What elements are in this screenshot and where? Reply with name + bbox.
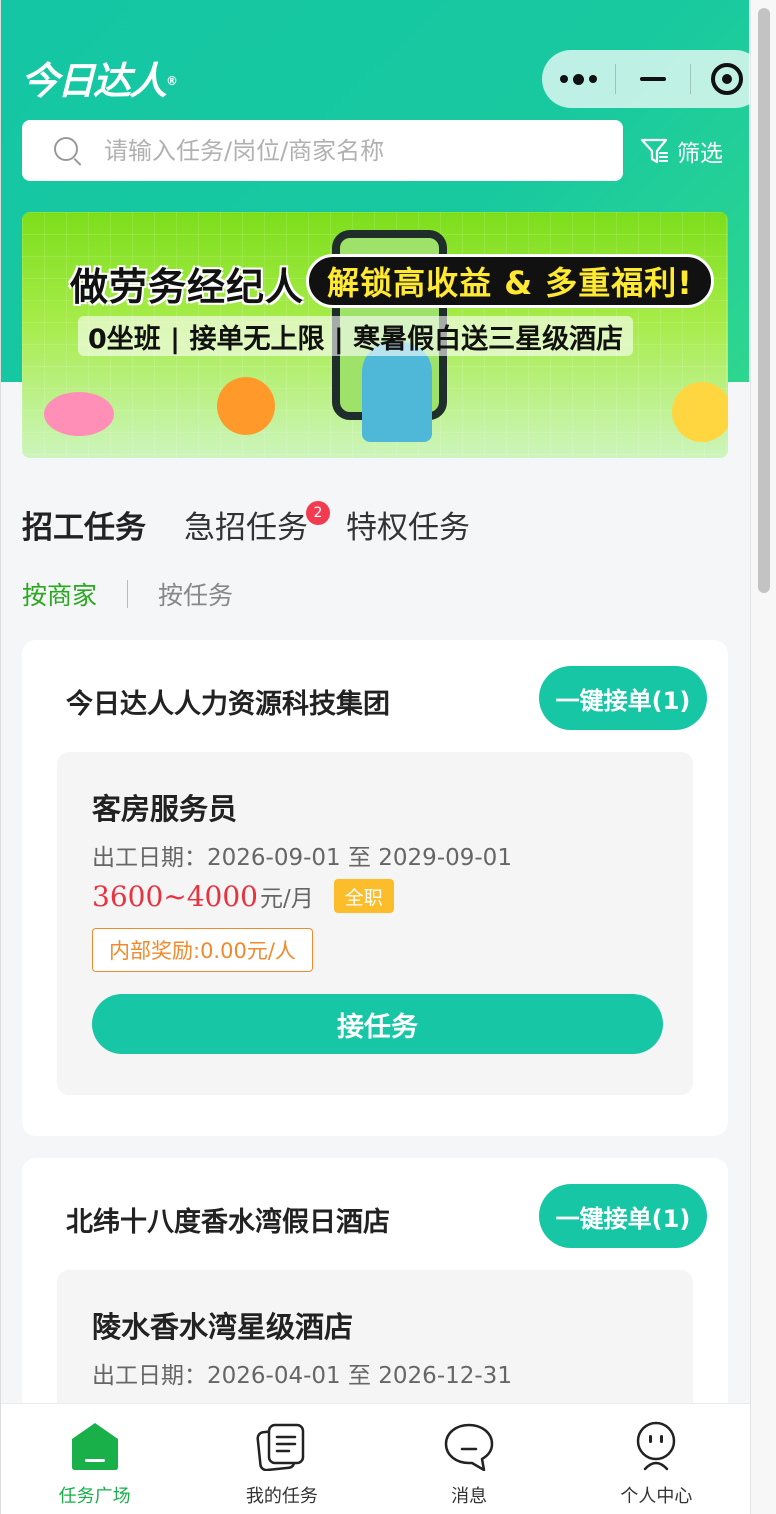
tabbar-item-profile[interactable]: 个人中心 bbox=[563, 1404, 750, 1514]
subtab-by-merchant[interactable]: 按商家 bbox=[22, 576, 97, 612]
one-click-accept-button[interactable]: 一键接单(1) bbox=[539, 1184, 707, 1248]
tab-urgent-tasks[interactable]: 急招任务 2 bbox=[184, 501, 330, 551]
orange-mascot-illustration bbox=[217, 377, 275, 435]
app-screen: 今日达人® 筛选 做劳务经纪人 解锁高收益 & 多重福利! 0坐班 | 接单无上… bbox=[0, 0, 776, 1514]
banner-subline: 0坐班 | 接单无上限 | 寒暑假白送三星级酒店 bbox=[78, 316, 634, 356]
tabbar-item-my-tasks[interactable]: 我的任务 bbox=[188, 1404, 375, 1514]
tabbar-item-messages[interactable]: 消息 bbox=[376, 1404, 563, 1514]
filter-label: 筛选 bbox=[677, 141, 723, 167]
merchant-name: 北纬十八度香水湾假日酒店 bbox=[66, 1207, 390, 1238]
target-circle-icon bbox=[711, 63, 744, 95]
merchant-name: 今日达人人力资源科技集团 bbox=[66, 689, 390, 720]
minimize-icon bbox=[639, 77, 666, 81]
banner-headline: 做劳务经纪人 bbox=[70, 265, 305, 309]
tab-recruit-tasks[interactable]: 招工任务 bbox=[22, 505, 149, 551]
search-icon bbox=[54, 136, 82, 166]
job-item[interactable]: 客房服务员 出工日期：2026-09-01 至 2029-09-01 3600~… bbox=[57, 752, 693, 1095]
character-illustration bbox=[362, 342, 432, 442]
more-dots-icon bbox=[560, 73, 598, 85]
app-logo: 今日达人® bbox=[21, 59, 178, 103]
filter-icon bbox=[640, 138, 668, 164]
miniapp-capsule bbox=[542, 50, 764, 108]
sort-subtabs: 按商家 按任务 bbox=[22, 576, 233, 612]
salary-row: 3600~4000 元/月 全职 bbox=[92, 879, 394, 913]
scrollbar[interactable] bbox=[750, 0, 776, 1514]
search-bar bbox=[22, 120, 623, 181]
minimize-button[interactable] bbox=[616, 50, 689, 108]
search-input[interactable] bbox=[104, 136, 544, 165]
salary-range: 3600~4000 bbox=[92, 879, 258, 913]
task-tabs: 招工任务 急招任务 2 特权任务 bbox=[22, 501, 508, 551]
tab-privilege-tasks[interactable]: 特权任务 bbox=[346, 505, 470, 551]
message-icon bbox=[441, 1418, 497, 1474]
banner-pill: 解锁高收益 & 多重福利! bbox=[306, 254, 714, 308]
bottom-tab-bar: 任务广场 我的任务 消息 个人中心 bbox=[1, 1403, 750, 1514]
internal-reward-tag: 内部奖励:0.00元/人 bbox=[92, 928, 313, 972]
rocket-mascot-illustration bbox=[44, 392, 114, 436]
job-title: 客房服务员 bbox=[92, 792, 238, 826]
filter-button[interactable]: 筛选 bbox=[639, 134, 723, 168]
profile-icon bbox=[628, 1418, 684, 1474]
task-list-icon bbox=[254, 1418, 310, 1474]
urgent-count-badge: 2 bbox=[306, 501, 330, 525]
work-date: 出工日期：2026-09-01 至 2029-09-01 bbox=[92, 845, 512, 871]
scrollbar-thumb[interactable] bbox=[758, 8, 770, 593]
work-date: 出工日期：2026-04-01 至 2026-12-31 bbox=[92, 1363, 512, 1389]
subtab-by-task[interactable]: 按任务 bbox=[158, 576, 233, 612]
salary-unit: 元/月 bbox=[259, 886, 314, 912]
one-click-accept-button[interactable]: 一键接单(1) bbox=[539, 666, 707, 730]
job-type-tag: 全职 bbox=[333, 879, 394, 913]
more-button[interactable] bbox=[542, 50, 615, 108]
accept-task-button[interactable]: 接任务 bbox=[92, 994, 663, 1054]
merchant-card: 今日达人人力资源科技集团 一键接单(1) 客房服务员 出工日期：2026-09-… bbox=[22, 640, 728, 1136]
job-title: 陵水香水湾星级酒店 bbox=[92, 1310, 354, 1344]
star-mascot-illustration bbox=[672, 382, 728, 442]
tabbar-item-task-plaza[interactable]: 任务广场 bbox=[1, 1404, 188, 1514]
home-icon bbox=[67, 1418, 123, 1474]
promo-banner[interactable]: 做劳务经纪人 解锁高收益 & 多重福利! 0坐班 | 接单无上限 | 寒暑假白送… bbox=[22, 212, 728, 458]
